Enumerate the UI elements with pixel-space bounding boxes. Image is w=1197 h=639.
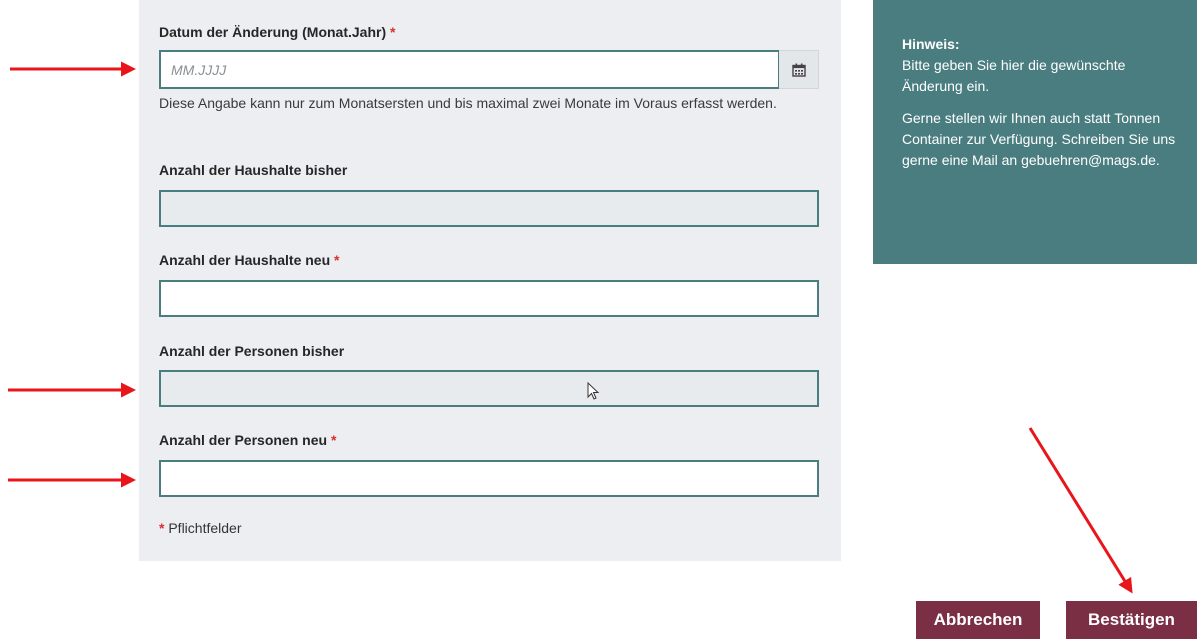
households-new-label: Anzahl der Haushalte neu * (159, 252, 340, 268)
calendar-icon (791, 63, 806, 77)
form-panel: Datum der Änderung (Monat.Jahr) * Diese … (139, 0, 841, 561)
confirm-button[interactable]: Bestätigen (1066, 601, 1197, 639)
persons-new-label: Anzahl der Personen neu * (159, 432, 337, 448)
hint-title: Hinweis: (902, 36, 960, 52)
hint-text-1: Bitte geben Sie hier die gewünschte Ände… (902, 57, 1126, 94)
persons-old-field (159, 370, 819, 407)
households-old-field (159, 190, 819, 227)
annotation-arrow-confirm (1028, 427, 1133, 594)
date-label: Datum der Änderung (Monat.Jahr) * (159, 24, 396, 40)
persons-old-label: Anzahl der Personen bisher (159, 343, 345, 359)
households-new-field[interactable] (159, 280, 819, 317)
calendar-button[interactable] (779, 50, 819, 89)
date-help-text: Diese Angabe kann nur zum Monatsersten u… (159, 95, 777, 111)
households-old-label: Anzahl der Haushalte bisher (159, 162, 348, 178)
hint-box: Hinweis: Bitte geben Sie hier die gewüns… (873, 0, 1197, 264)
mandatory-note: * Pflichtfelder (159, 520, 242, 536)
date-input[interactable] (159, 50, 780, 89)
cancel-button[interactable]: Abbrechen (916, 601, 1040, 639)
persons-new-field[interactable] (159, 460, 819, 497)
hint-text-2: Gerne stellen wir Ihnen auch statt Tonne… (902, 110, 1176, 168)
